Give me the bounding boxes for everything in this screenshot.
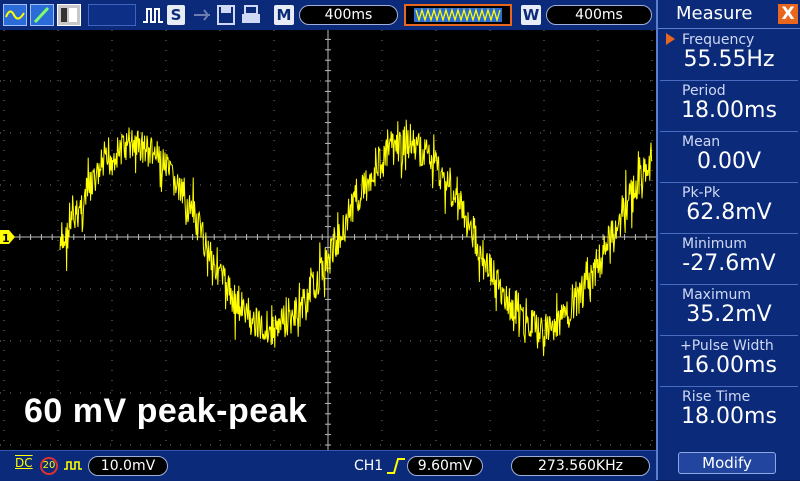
trigger-channel[interactable]: CH1 [354, 458, 383, 474]
channel-waveform-icon[interactable] [3, 4, 27, 26]
volts-div-display[interactable]: 10.0mV [88, 456, 168, 476]
measure-item-mean[interactable]: Mean 0.00V [660, 132, 798, 183]
window-button[interactable]: W [521, 5, 541, 25]
measure-item-maximum[interactable]: Maximum 35.2mV [660, 285, 798, 336]
measure-item-period[interactable]: Period 18.00ms [660, 81, 798, 132]
status-box [88, 4, 136, 26]
waveform-display[interactable]: 1 60 mV peak-peak [0, 30, 656, 450]
annotation-text: 60 mV peak-peak [24, 392, 308, 430]
intensity-icon[interactable] [57, 4, 81, 26]
measure-item-pk-pk[interactable]: Pk-Pk 62.8mV [660, 183, 798, 234]
print-icon[interactable] [240, 4, 262, 26]
measure-label: Maximum [682, 287, 751, 303]
measure-item-frequency[interactable]: Frequency 55.55Hz [660, 30, 798, 81]
measure-item-pulse-width[interactable]: +Pulse Width 16.00ms [660, 336, 798, 387]
top-toolbar: S M 400ms W 400ms [0, 0, 656, 31]
timebase-display[interactable]: 400ms [299, 5, 398, 25]
measure-item-rise-time[interactable]: Rise Time 18.00ms [660, 387, 798, 438]
memory-window-indicator[interactable] [404, 4, 512, 26]
bandwidth-limit-icon[interactable]: 20 [40, 457, 58, 475]
measure-value: 0.00V [696, 149, 762, 174]
mode-button[interactable]: M [274, 5, 294, 25]
window-timebase-display[interactable]: 400ms [546, 5, 652, 25]
bottom-status-bar: DC 20 10.0mV CH1 9.60mV 273.560KHz [0, 450, 656, 481]
measure-label: Frequency [682, 32, 755, 48]
close-icon[interactable]: X [778, 4, 798, 24]
measure-label: Pk-Pk [682, 185, 721, 201]
invert-icon[interactable] [63, 458, 83, 477]
trigger-level-display[interactable]: 9.60mV [407, 456, 483, 476]
channel-1-marker-label: 1 [2, 232, 10, 245]
trigger-frequency-display[interactable]: 273.560KHz [511, 456, 650, 476]
measure-value: 18.00ms [681, 98, 777, 123]
s-icon[interactable]: S [167, 5, 185, 25]
channel-1-trace [59, 119, 653, 357]
measure-value: 18.00ms [681, 404, 777, 429]
coupling-dc-icon[interactable]: DC [15, 456, 33, 470]
selected-arrow-icon [666, 33, 675, 45]
measure-value: 35.2mV [686, 302, 772, 327]
save-icon[interactable] [216, 4, 236, 26]
measure-label: +Pulse Width [680, 338, 774, 354]
usb-icon[interactable] [192, 4, 214, 26]
measure-value: 55.55Hz [683, 47, 775, 72]
measure-label: Minimum [682, 236, 747, 252]
measure-value: -27.6mV [682, 251, 776, 276]
panel-title: Measure [676, 3, 753, 24]
rising-edge-icon[interactable] [386, 457, 406, 479]
measure-label: Mean [682, 134, 721, 150]
channel-1-marker-icon: 1 [0, 230, 15, 245]
measure-label: Period [682, 83, 726, 99]
measure-value: 62.8mV [686, 200, 772, 225]
measure-item-minimum[interactable]: Minimum -27.6mV [660, 234, 798, 285]
waveform-graticule: 1 [0, 30, 656, 450]
measure-value: 16.00ms [681, 353, 777, 378]
measure-panel: Measure X Frequency 55.55Hz Period 18.00… [656, 0, 800, 480]
modify-button[interactable]: Modify [678, 452, 776, 474]
panel-header: Measure X [658, 0, 800, 29]
pen-icon[interactable] [30, 4, 54, 26]
measure-label: Rise Time [682, 389, 751, 405]
pulse-icon[interactable] [142, 4, 164, 26]
